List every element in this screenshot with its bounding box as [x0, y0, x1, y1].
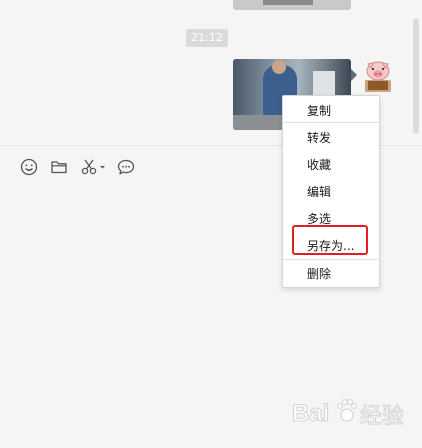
- chat-bubble-icon[interactable]: [116, 157, 136, 177]
- svg-text:经验: 经验: [360, 404, 404, 429]
- scissors-icon[interactable]: [80, 157, 106, 177]
- previous-image-message[interactable]: [233, 0, 351, 10]
- emoji-icon[interactable]: [19, 157, 39, 177]
- menu-item-forward[interactable]: 转发: [283, 124, 379, 150]
- menu-item-edit[interactable]: 编辑: [283, 178, 379, 204]
- menu-item-favorite[interactable]: 收藏: [283, 151, 379, 177]
- user-avatar[interactable]: [364, 59, 392, 93]
- context-menu: 复制 转发 收藏 编辑 多选 另存为... 删除: [282, 95, 380, 288]
- menu-item-copy[interactable]: 复制: [283, 97, 379, 123]
- folder-icon[interactable]: [49, 157, 69, 177]
- baidu-jingyan-watermark: Bai 经验: [290, 393, 420, 433]
- menu-item-delete[interactable]: 删除: [283, 260, 379, 286]
- save-as-highlight-box: [292, 225, 368, 255]
- menu-separator: [283, 122, 379, 123]
- svg-text:Bai: Bai: [292, 400, 329, 427]
- message-bubble-arrow: [351, 69, 357, 81]
- message-timestamp: 21:12: [186, 29, 228, 47]
- chat-scrollbar[interactable]: [413, 18, 419, 134]
